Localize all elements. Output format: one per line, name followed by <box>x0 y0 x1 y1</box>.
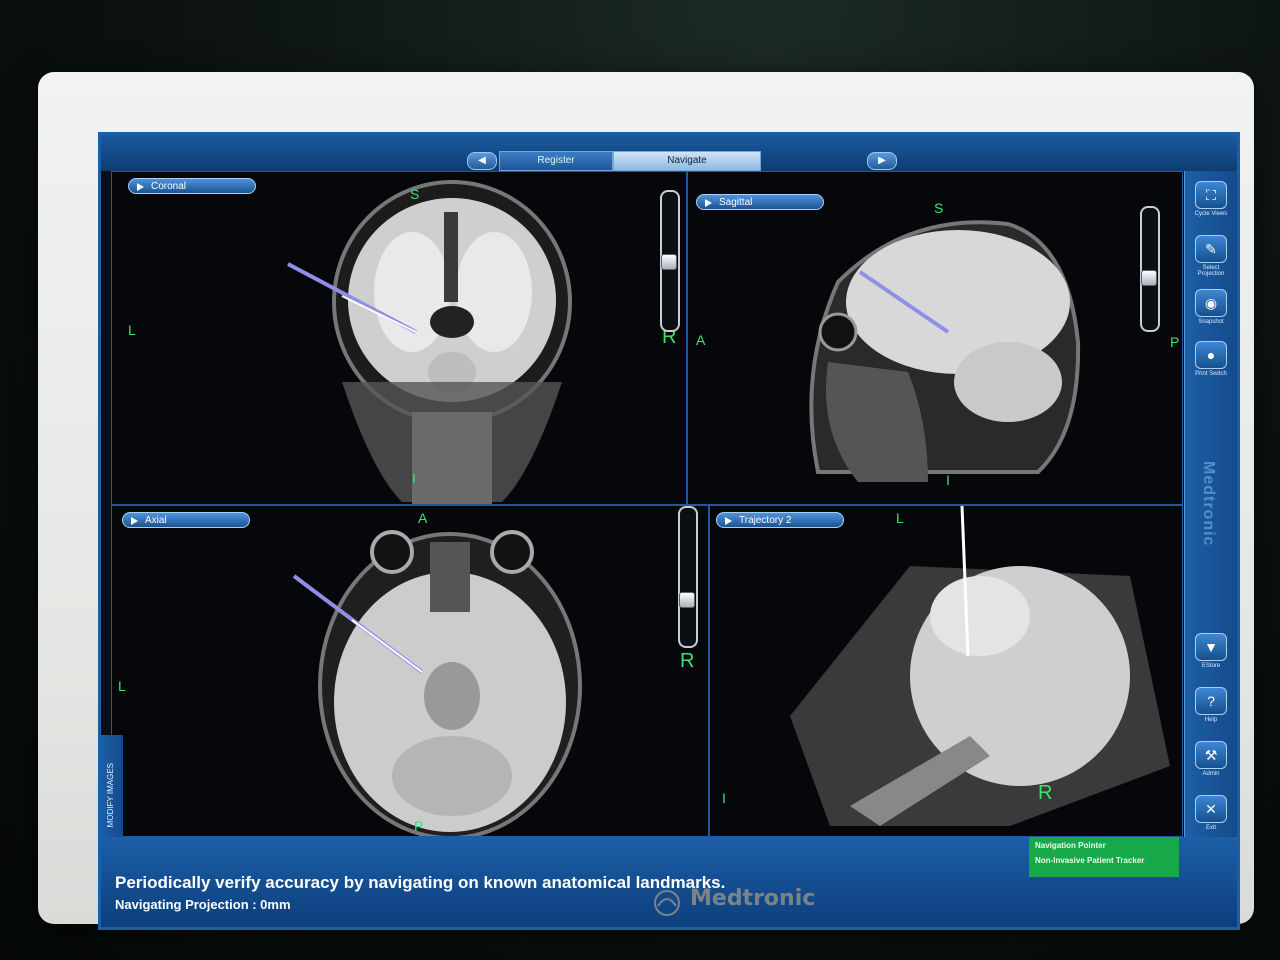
tool-label: Print Switch <box>1195 371 1227 377</box>
tool-label: Admin <box>1202 771 1220 777</box>
sagittal-view[interactable]: Sagittal S A P I <box>687 171 1183 505</box>
workflow-tabs: Register Navigate <box>499 151 899 171</box>
navigation-screen: ◀ Register Navigate ▶ Coronal S L R I Sa… <box>98 132 1240 930</box>
right-toolbar: ⛶ Cycle Views ✎ Select Projection ◉ Snap… <box>1184 171 1237 927</box>
help-icon: ? <box>1195 687 1227 715</box>
orientation-left: L <box>118 678 126 694</box>
slider-knob[interactable] <box>679 592 695 608</box>
trajectory-view[interactable]: Trajectory 2 L I R <box>709 505 1183 837</box>
tool-label: Select Projection <box>1197 265 1225 277</box>
axial-mri-scan <box>292 530 582 836</box>
close-icon: ✕ <box>1195 795 1227 823</box>
cycle-views-button[interactable]: ⛶ Cycle Views <box>1193 181 1229 217</box>
axial-slice-slider[interactable] <box>678 506 698 648</box>
estore-button[interactable]: ▼ EStore <box>1193 633 1229 669</box>
slider-knob[interactable] <box>1141 270 1157 286</box>
orientation-top: S <box>410 186 420 202</box>
tool-label: Snapshot <box>1198 319 1224 325</box>
coronal-view[interactable]: Coronal S L R I <box>111 171 687 505</box>
orientation-bottom: P <box>414 818 424 834</box>
microphone-icon: ● <box>1195 341 1227 369</box>
sagittal-mri-scan <box>809 220 1081 482</box>
medtronic-logo-icon <box>654 890 680 916</box>
tab-register[interactable]: Register <box>499 151 613 171</box>
admin-button[interactable]: ⚒ Admin <box>1193 741 1229 777</box>
forward-arrow-button[interactable]: ▶ <box>867 152 897 170</box>
sagittal-slice-slider[interactable] <box>1140 206 1160 332</box>
coronal-mri-scan <box>287 180 572 504</box>
tool-label: EStore <box>1201 663 1221 669</box>
modify-images-label: MODIFY IMAGES <box>106 763 115 828</box>
print-switch-button[interactable]: ● Print Switch <box>1193 341 1229 377</box>
back-arrow-button[interactable]: ◀ <box>467 152 497 170</box>
orientation-right: R <box>1038 782 1053 804</box>
orientation-top: A <box>418 510 428 526</box>
tab-navigate[interactable]: Navigate <box>613 151 761 171</box>
navigation-pointer-status: Navigation Pointer <box>1035 841 1106 850</box>
pointer-icon: ✎ <box>1195 235 1227 263</box>
status-message: Periodically verify accuracy by navigati… <box>115 873 726 892</box>
slider-knob[interactable] <box>661 254 677 270</box>
top-bar: ◀ Register Navigate ▶ <box>101 135 1237 171</box>
patient-tracker-status: Non-Invasive Patient Tracker <box>1035 856 1145 865</box>
orientation-bottom: I <box>412 470 416 486</box>
help-button[interactable]: ? Help <box>1193 687 1229 723</box>
orientation-left: L <box>128 322 136 338</box>
tool-label: Exit <box>1205 825 1216 831</box>
estore-icon: ▼ <box>1195 633 1227 661</box>
snapshot-button[interactable]: ◉ Snapshot <box>1193 289 1229 325</box>
tool-label: Help <box>1204 717 1218 723</box>
wrench-icon: ⚒ <box>1195 741 1227 769</box>
trajectory-mri-scan <box>790 506 1170 826</box>
tool-label: Cycle Views <box>1194 211 1228 217</box>
cycle-views-icon: ⛶ <box>1195 181 1227 209</box>
navigating-projection: Navigating Projection : 0mm <box>115 897 291 912</box>
orientation-left: A <box>696 332 706 348</box>
camera-icon: ◉ <box>1195 289 1227 317</box>
orientation-top: L <box>896 510 904 526</box>
tracking-status-box: Navigation Pointer Non-Invasive Patient … <box>1029 837 1179 877</box>
orientation-top: S <box>934 200 944 216</box>
orientation-right: P <box>1170 334 1180 350</box>
orientation-left: I <box>722 790 726 806</box>
monitor-brand: Medtronic <box>690 886 816 911</box>
select-projection-button[interactable]: ✎ Select Projection <box>1193 235 1229 277</box>
coronal-slice-slider[interactable] <box>660 190 680 332</box>
exit-button[interactable]: ✕ Exit <box>1193 795 1229 831</box>
orientation-bottom: I <box>946 472 950 488</box>
axial-view[interactable]: Axial A L R P <box>111 505 709 837</box>
orientation-right: R <box>680 650 695 672</box>
toolbar-brand: Medtronic <box>1200 461 1217 547</box>
